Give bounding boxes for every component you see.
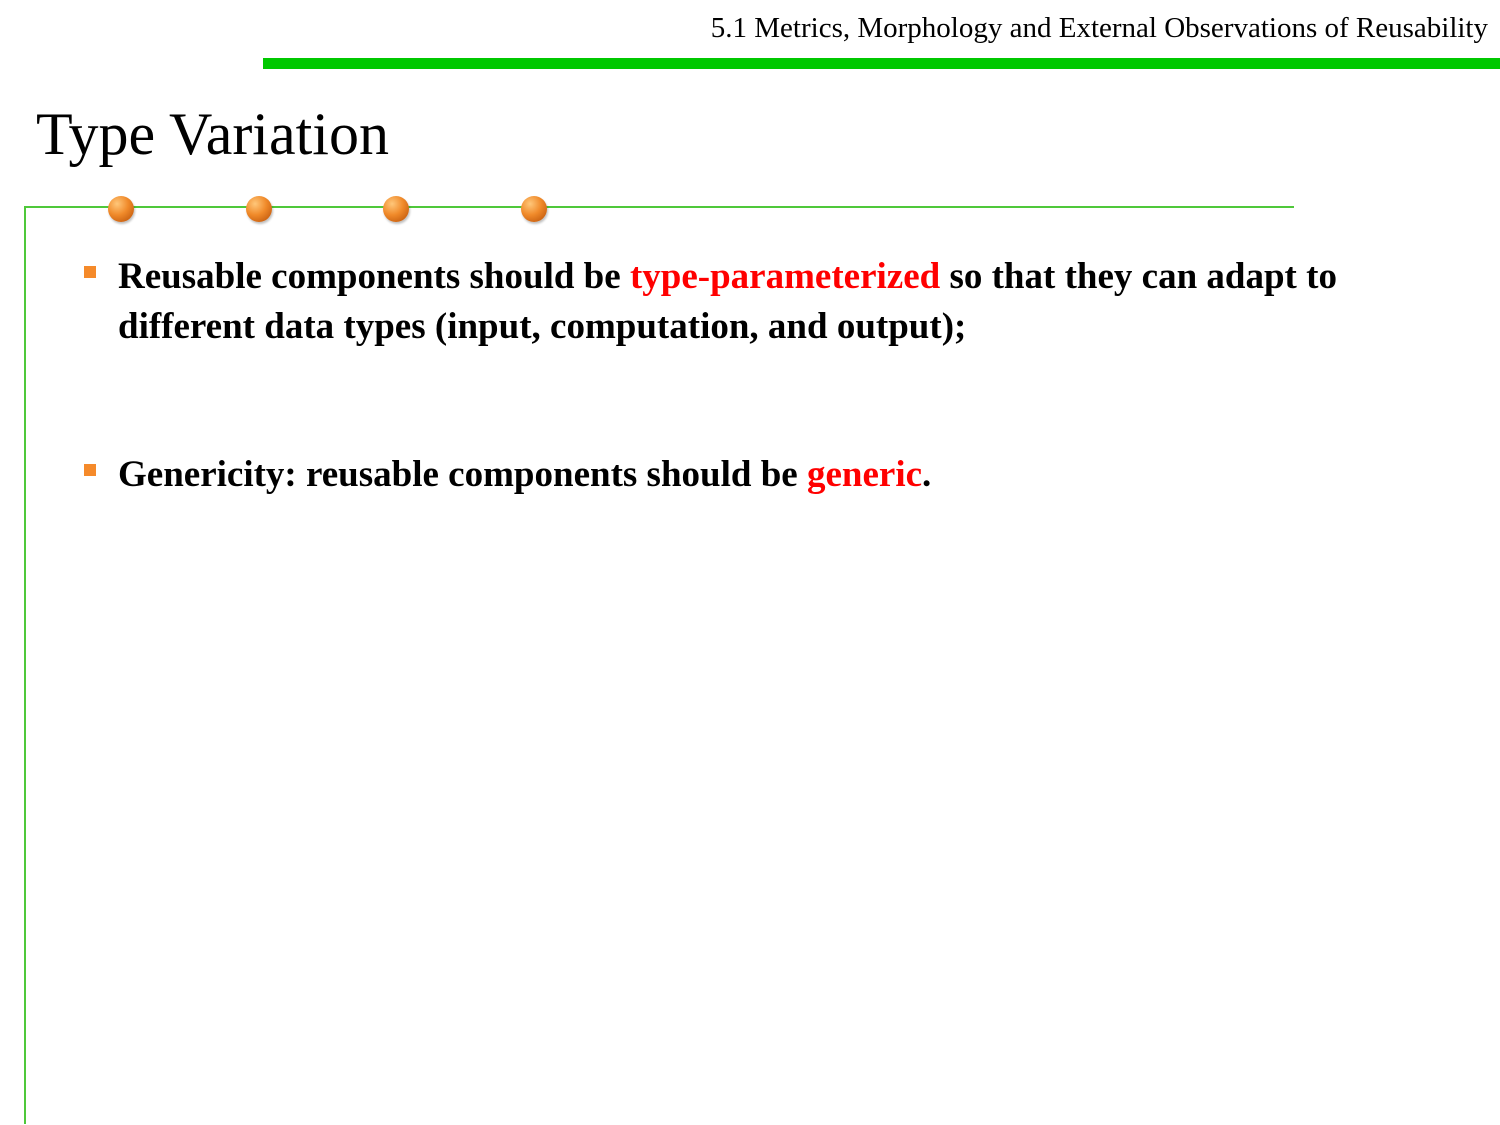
header-divider [263, 58, 1500, 69]
bullet-text-continued: . [922, 454, 932, 495]
frame-top-line [24, 206, 1294, 208]
decorative-dot-2 [246, 196, 272, 222]
bullet-square-icon [84, 266, 96, 278]
section-header-title: 5.1 Metrics, Morphology and External Obs… [710, 12, 1488, 44]
bullet-item-type-parameterized: Reusable components should be type-param… [84, 252, 1414, 352]
slide-title: Type Variation [36, 101, 389, 167]
bullet-item-genericity: Genericity: reusable components should b… [84, 450, 1414, 500]
highlight-term: type-parameterized [629, 256, 941, 297]
bullet-list: Reusable components should be type-param… [84, 252, 1414, 500]
bullet-square-icon [84, 464, 96, 476]
bullet-text: Genericity: reusable components should b… [118, 454, 807, 495]
decorative-dot-4 [521, 196, 547, 222]
frame-left-line [24, 206, 26, 1124]
decorative-dot-3 [383, 196, 409, 222]
bullet-text: Reusable components should be [118, 256, 630, 297]
decorative-dot-1 [108, 196, 134, 222]
highlight-term: generic [806, 454, 923, 495]
